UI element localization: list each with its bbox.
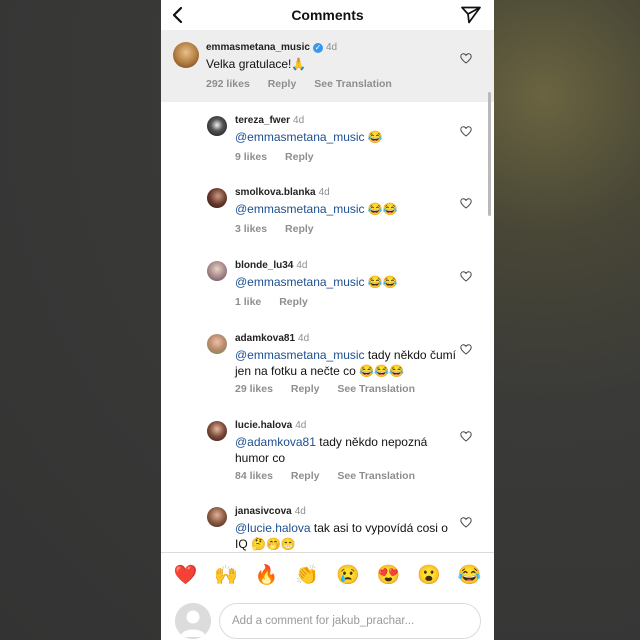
- reaction-clap-button[interactable]: 👏: [295, 565, 319, 587]
- reply-button[interactable]: Reply: [285, 151, 314, 163]
- timestamp: 4d: [298, 333, 310, 344]
- comment-text: @emmasmetana_music tady někdo čumí jen n…: [235, 348, 456, 378]
- like-button[interactable]: [460, 52, 472, 64]
- comment-text: @adamkova81 tady někdo nepozná humor co: [235, 435, 428, 465]
- heart-icon: [460, 430, 472, 442]
- chevron-left-icon: [172, 7, 183, 23]
- timestamp: 4d: [295, 420, 307, 431]
- reply-button[interactable]: Reply: [291, 383, 320, 395]
- reaction-heart-button[interactable]: ❤️: [173, 565, 197, 587]
- list-item: lucie.halova 4d @adamkova81 tady někdo n…: [161, 418, 494, 502]
- mention-link[interactable]: @emmasmetana_music: [235, 275, 365, 289]
- username[interactable]: blonde_lu34: [235, 260, 293, 271]
- like-button[interactable]: [460, 343, 472, 355]
- comment-text: @emmasmetana_music 😂😂: [235, 275, 398, 289]
- list-item: smolkova.blanka 4d @emmasmetana_music 😂😂…: [161, 185, 494, 255]
- timestamp: 4d: [293, 115, 305, 126]
- mention-link[interactable]: @adamkova81: [235, 435, 316, 449]
- like-button[interactable]: [460, 125, 472, 137]
- avatar[interactable]: [207, 334, 227, 354]
- comment-text: @emmasmetana_music 😂😂: [235, 202, 398, 216]
- verified-badge-icon: ✓: [312, 42, 323, 53]
- share-button[interactable]: [460, 4, 482, 26]
- username[interactable]: adamkova81: [235, 333, 295, 344]
- avatar[interactable]: [207, 188, 227, 208]
- username[interactable]: smolkova.blanka: [235, 187, 316, 198]
- reply-button[interactable]: Reply: [268, 78, 297, 90]
- mention-link[interactable]: @emmasmetana_music: [235, 130, 365, 144]
- reply-button[interactable]: Reply: [279, 296, 308, 308]
- like-count[interactable]: 29 likes: [235, 383, 273, 395]
- list-item: janasivcova 4d @lucie.halova tak asi to …: [161, 504, 494, 552]
- comment-text: @lucie.halova tak asi to vypovídá cosi o…: [235, 521, 448, 551]
- paper-plane-icon: [461, 6, 481, 24]
- timestamp: 4d: [296, 260, 308, 271]
- heart-icon: [460, 52, 472, 64]
- heart-icon: [460, 270, 472, 282]
- avatar: [175, 603, 211, 639]
- see-translation-button[interactable]: See Translation: [337, 470, 415, 482]
- default-user-icon: [175, 603, 211, 639]
- list-item: adamkova81 4d @emmasmetana_music tady ně…: [161, 331, 494, 415]
- list-item: tereza_fwer 4d @emmasmetana_music 😂 9 li…: [161, 112, 494, 182]
- like-count[interactable]: 3 likes: [235, 223, 267, 235]
- comment-text: Velka gratulace!🙏: [206, 57, 307, 71]
- timestamp: 4d: [325, 42, 338, 53]
- page-title: Comments: [291, 7, 364, 23]
- like-button[interactable]: [460, 197, 472, 209]
- like-button[interactable]: [460, 516, 472, 528]
- reply-button[interactable]: Reply: [285, 223, 314, 235]
- list-item: emmasmetana_music ✓ 4d Velka gratulace!🙏…: [161, 30, 494, 102]
- heart-icon: [460, 343, 472, 355]
- timestamp: 4d: [294, 506, 306, 517]
- reaction-crying-button[interactable]: 😢: [336, 565, 360, 587]
- reaction-surprised-button[interactable]: 😮: [417, 565, 441, 587]
- comments-sheet: Comments emmasmetana_music ✓ 4d Velka gr…: [161, 0, 494, 640]
- like-count[interactable]: 9 likes: [235, 151, 267, 163]
- timestamp: 4d: [318, 187, 330, 198]
- like-button[interactable]: [460, 430, 472, 442]
- username[interactable]: lucie.halova: [235, 420, 292, 431]
- username[interactable]: janasivcova: [235, 506, 292, 517]
- see-translation-button[interactable]: See Translation: [314, 78, 392, 90]
- reaction-heart-eyes-button[interactable]: 😍: [377, 565, 401, 587]
- avatar[interactable]: [207, 116, 227, 136]
- reaction-laughing-button[interactable]: 😂: [458, 565, 482, 587]
- like-count[interactable]: 292 likes: [206, 78, 250, 90]
- quick-reactions-bar: ❤️ 🙌 🔥 👏 😢 😍 😮 😂: [161, 560, 494, 592]
- reaction-raised-hands-button[interactable]: 🙌: [214, 565, 238, 587]
- username[interactable]: tereza_fwer: [235, 115, 290, 126]
- comment-list[interactable]: emmasmetana_music ✓ 4d Velka gratulace!🙏…: [161, 30, 494, 552]
- comment-text: @emmasmetana_music 😂: [235, 130, 383, 144]
- avatar[interactable]: [207, 507, 227, 527]
- mention-link[interactable]: @emmasmetana_music: [235, 202, 365, 216]
- reaction-fire-button[interactable]: 🔥: [255, 565, 279, 587]
- heart-icon: [460, 516, 472, 528]
- like-button[interactable]: [460, 270, 472, 282]
- header: Comments: [161, 0, 494, 30]
- back-button[interactable]: [167, 4, 189, 26]
- username[interactable]: emmasmetana_music: [206, 42, 310, 53]
- comment-composer: [161, 598, 494, 640]
- mention-link[interactable]: @emmasmetana_music: [235, 348, 365, 362]
- avatar[interactable]: [207, 421, 227, 441]
- heart-icon: [460, 125, 472, 137]
- scrollbar[interactable]: [488, 92, 491, 216]
- avatar[interactable]: [173, 42, 199, 68]
- avatar[interactable]: [207, 261, 227, 281]
- see-translation-button[interactable]: See Translation: [337, 383, 415, 395]
- divider: [161, 552, 494, 553]
- like-count[interactable]: 1 like: [235, 296, 261, 308]
- reply-button[interactable]: Reply: [291, 470, 320, 482]
- heart-icon: [460, 197, 472, 209]
- mention-link[interactable]: @lucie.halova: [235, 521, 311, 535]
- like-count[interactable]: 84 likes: [235, 470, 273, 482]
- comment-input[interactable]: [219, 603, 481, 639]
- list-item: blonde_lu34 4d @emmasmetana_music 😂😂 1 l…: [161, 258, 494, 328]
